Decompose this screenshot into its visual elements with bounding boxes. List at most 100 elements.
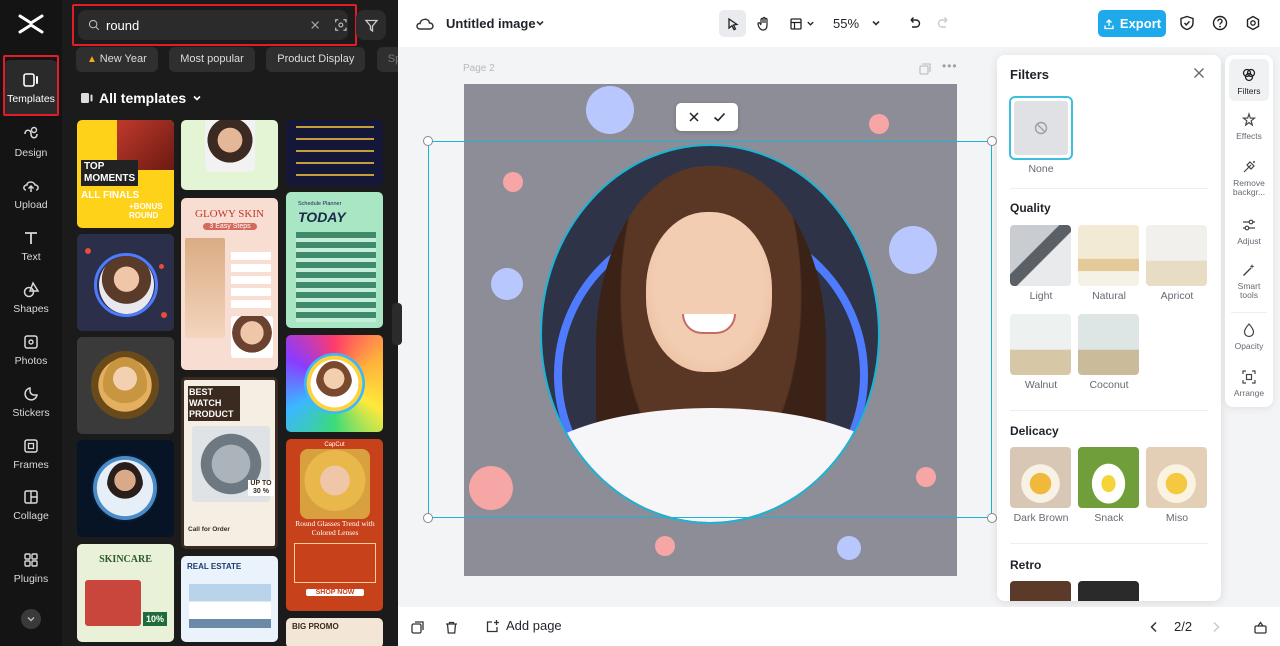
resize-handle[interactable]	[987, 513, 997, 523]
design-page[interactable]	[464, 84, 957, 576]
redo-button[interactable]	[934, 13, 954, 33]
document-title[interactable]: Untitled image	[446, 16, 536, 31]
filters-title: Filters	[1010, 67, 1050, 82]
nav-item-photos[interactable]: Photos	[3, 322, 59, 378]
chevron-down-icon[interactable]	[535, 18, 545, 28]
filter-button[interactable]	[356, 10, 386, 40]
template-gold-portrait[interactable]	[77, 337, 174, 434]
cloud-save-button[interactable]	[415, 14, 435, 34]
delete-page-button[interactable]	[442, 618, 460, 636]
tool-opacity[interactable]: Opacity	[1229, 322, 1269, 351]
filter-coconut[interactable]	[1078, 314, 1139, 375]
template-glowy-skin[interactable]: GLOWY SKIN 3 Easy Steps	[181, 198, 278, 370]
nav-item-frames[interactable]: Frames	[3, 426, 59, 482]
effects-icon	[1241, 112, 1257, 127]
template-top-moments[interactable]: TOP MOMENTS ALL FINALS +BONUS ROUND	[77, 120, 174, 228]
copy-icon	[410, 620, 424, 634]
nav-item-label: Templates	[7, 93, 55, 105]
filter-walnut[interactable]	[1010, 314, 1071, 375]
next-page-icon[interactable]	[1211, 621, 1221, 633]
chip-new-year[interactable]: ▲ New Year	[76, 47, 158, 72]
settings-button[interactable]	[1243, 13, 1263, 33]
filter-retro-1[interactable]	[1010, 581, 1071, 601]
thumb-text: BIG PROMO	[292, 622, 339, 631]
filter-light[interactable]	[1010, 225, 1071, 286]
tool-remove-background[interactable]: Remove backgr...	[1229, 159, 1269, 197]
thumb-text: 10%	[143, 612, 168, 626]
template-rainbow-rings[interactable]	[286, 335, 383, 432]
layout-size-button[interactable]	[784, 10, 820, 37]
hand-tool-button[interactable]	[750, 10, 777, 37]
check-icon[interactable]	[713, 111, 726, 123]
adjust-icon	[1243, 219, 1255, 231]
select-tool-button[interactable]	[719, 10, 746, 37]
template-best-watch[interactable]: BEST WATCH PRODUCT UP TO 30 % Call for O…	[181, 377, 278, 549]
duplicate-page-icon[interactable]	[919, 63, 931, 75]
nav-item-label: Stickers	[12, 407, 50, 419]
chip-spring[interactable]: Spri	[376, 47, 398, 72]
shield-button[interactable]	[1177, 13, 1197, 33]
add-page-icon	[486, 619, 499, 632]
template-schedule-planner[interactable]: Schedule Planner TODAY	[286, 192, 383, 328]
filter-snack[interactable]	[1078, 447, 1139, 508]
remove-background-icon	[1243, 161, 1255, 173]
filter-natural[interactable]	[1078, 225, 1139, 286]
chevron-down-icon[interactable]	[871, 18, 881, 28]
template-green-portrait[interactable]	[181, 120, 278, 190]
resize-handle[interactable]	[423, 136, 433, 146]
add-page-label: Add page	[506, 618, 562, 633]
collapse-button[interactable]	[21, 609, 41, 629]
undo-button[interactable]	[904, 13, 924, 33]
thumb-text: 3 Easy Steps	[203, 223, 257, 230]
template-man-portrait[interactable]	[77, 440, 174, 537]
template-circle-portrait[interactable]	[77, 234, 174, 331]
filter-dark-brown[interactable]	[1010, 447, 1071, 508]
help-button[interactable]	[1210, 13, 1230, 33]
nav-item-collage[interactable]: Collage	[3, 477, 59, 533]
prev-page-icon[interactable]	[1149, 621, 1159, 633]
filter-apricot[interactable]	[1146, 225, 1207, 286]
tool-adjust[interactable]: Adjust	[1229, 217, 1269, 246]
filter-label: None	[1028, 163, 1054, 175]
search-input[interactable]	[106, 17, 282, 33]
more-options-icon[interactable]: •••	[942, 59, 958, 73]
image-search-icon[interactable]	[334, 17, 348, 33]
nav-item-text[interactable]: Text	[3, 218, 59, 274]
nav-rail: Templates Design Upload Text Shapes Phot…	[0, 0, 62, 646]
close-icon[interactable]	[1193, 67, 1205, 79]
chip-most-popular[interactable]: Most popular	[169, 47, 255, 72]
decor-dot	[889, 226, 937, 274]
nav-item-plugins[interactable]: Plugins	[3, 540, 59, 596]
clear-icon[interactable]	[310, 19, 320, 31]
pointer-icon	[727, 17, 739, 31]
chip-product-display[interactable]: Product Display	[266, 47, 366, 72]
zoom-level[interactable]: 55%	[833, 16, 859, 31]
tool-filters[interactable]: Filters	[1229, 59, 1269, 101]
tool-arrange[interactable]: Arrange	[1229, 369, 1269, 398]
filter-retro-2[interactable]	[1078, 581, 1139, 601]
tool-effects[interactable]: Effects	[1229, 112, 1269, 141]
resize-handle[interactable]	[423, 513, 433, 523]
nav-item-templates[interactable]: Templates	[3, 60, 59, 116]
filter-miso[interactable]	[1146, 447, 1207, 508]
template-big-promo[interactable]: BIG PROMO	[286, 618, 383, 646]
nav-item-upload[interactable]: Upload	[3, 166, 59, 222]
pages-panel-button[interactable]	[1251, 618, 1269, 636]
template-real-estate[interactable]: REAL ESTATE	[181, 556, 278, 642]
chevron-down-icon	[193, 95, 201, 101]
resize-handle[interactable]	[987, 136, 997, 146]
template-skincare[interactable]: SKINCARE 10%	[77, 544, 174, 642]
template-dark-list[interactable]	[286, 120, 383, 186]
add-page-button[interactable]: Add page	[486, 618, 562, 633]
all-templates-dropdown[interactable]: All templates	[80, 90, 202, 106]
template-round-glasses[interactable]: CapCut Round Glasses Trend with Colored …	[286, 439, 383, 611]
tool-smart-tools[interactable]: Smart tools	[1229, 262, 1269, 300]
nav-item-stickers[interactable]: Stickers	[3, 374, 59, 430]
filter-none[interactable]	[1009, 96, 1073, 160]
nav-item-shapes[interactable]: Shapes	[3, 270, 59, 326]
thumb-list	[231, 252, 271, 308]
nav-item-design[interactable]: Design	[3, 114, 59, 170]
export-button[interactable]: Export	[1098, 10, 1166, 37]
cancel-icon[interactable]	[688, 111, 700, 123]
duplicate-page-button[interactable]	[408, 618, 426, 636]
